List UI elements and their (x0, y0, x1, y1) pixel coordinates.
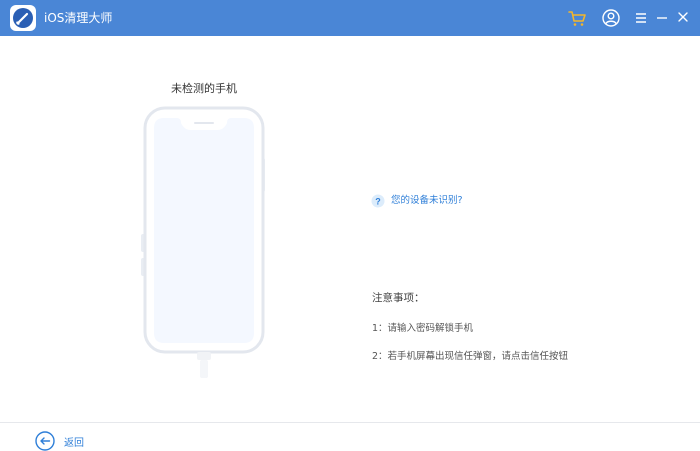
question-icon: ? (371, 194, 385, 208)
app-window: iOS清理大师 未检测的手机 ? 您的设备未识别? 注意事项： 1：请输入密码解… (0, 0, 700, 451)
minimize-icon[interactable] (655, 8, 675, 28)
cart-icon[interactable] (567, 8, 587, 28)
phone-caption: 未检测的手机 (171, 82, 237, 95)
back-arrow-icon (35, 431, 55, 451)
menu-icon[interactable] (634, 8, 654, 28)
note-item: 2：若手机屏幕出现信任弹窗，请点击信任按钮 (372, 351, 569, 362)
title-bar: iOS清理大师 (0, 0, 700, 36)
app-title: iOS清理大师 (44, 11, 113, 25)
note-item: 1：请输入密码解锁手机 (372, 323, 474, 334)
back-label[interactable]: 返回 (64, 434, 84, 449)
phone-illustration (137, 100, 277, 380)
device-not-recognized-text[interactable]: 您的设备未识别? (391, 194, 463, 208)
svg-text:?: ? (375, 197, 381, 207)
close-icon[interactable] (676, 8, 696, 28)
user-icon[interactable] (601, 8, 621, 28)
notes-title: 注意事项： (372, 292, 425, 304)
footer-divider (0, 422, 700, 423)
broom-logo-icon (10, 5, 36, 31)
